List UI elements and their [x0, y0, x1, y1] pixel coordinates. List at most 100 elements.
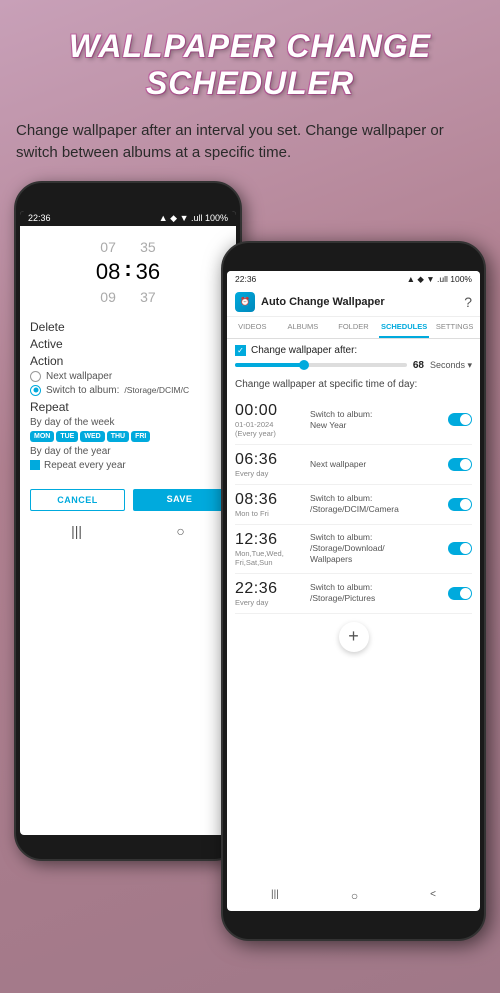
sched-time-col-5: 22:36 Every day: [235, 580, 305, 607]
min-active: 36: [136, 258, 160, 286]
sched-time-3: 08:36: [235, 491, 305, 509]
schedule-item-2: 06:36 Every day Next wallpaper: [235, 445, 472, 485]
nav-back-left[interactable]: |||: [71, 523, 82, 539]
schedule-toggle-5[interactable]: [448, 587, 472, 600]
phone-left: 22:36 ▲ ◆ ▼ .ull 100% 07 08 09 : 35 36 3…: [14, 181, 242, 861]
nav-back-right[interactable]: <: [430, 889, 436, 903]
right-screen: 22:36 ▲ ◆ ▼ .ull 100% ⏰ Auto Change Wall…: [227, 271, 480, 911]
day-tue[interactable]: TUE: [56, 431, 78, 442]
next-wallpaper-text: Next wallpaper: [46, 371, 112, 382]
left-screen: 22:36 ▲ ◆ ▼ .ull 100% 07 08 09 : 35 36 3…: [20, 211, 236, 835]
year-row[interactable]: Repeat every year: [30, 460, 226, 471]
schedule-toggle-2[interactable]: [448, 458, 472, 471]
day-pills: MON TUE WED THU FRI: [30, 431, 226, 442]
time-picker[interactable]: 07 08 09 : 35 36 37: [20, 226, 236, 314]
nav-home-left[interactable]: ○: [176, 523, 184, 539]
right-status-icons: ▲ ◆ ▼ .ull 100%: [407, 274, 472, 285]
tab-videos[interactable]: VIDEOS: [227, 317, 278, 338]
slider-row[interactable]: 68 Seconds ▾: [235, 360, 472, 371]
repeat-year-label: Repeat every year: [44, 460, 126, 471]
nav-home-right[interactable]: ○: [351, 889, 358, 903]
sched-repeat-1: (Every year): [235, 429, 305, 438]
min-col: 35 36 37: [136, 238, 160, 306]
schedule-item-1: 00:00 01-01-2024 (Every year) Switch to …: [235, 396, 472, 445]
app-header: ⏰ Auto Change Wallpaper ?: [227, 288, 480, 317]
schedule-item-4: 12:36 Mon,Tue,Wed,Fri,Sat,Sun Switch to …: [235, 525, 472, 574]
hour-next: 09: [100, 288, 116, 306]
switch-album-text: Switch to album:: [46, 385, 119, 396]
sched-repeat-3: Mon to Fri: [235, 509, 305, 518]
right-status-bar: 22:36 ▲ ◆ ▼ .ull 100%: [227, 271, 480, 288]
schedule-toggle-3[interactable]: [448, 498, 472, 511]
sched-action-4: Switch to album:/Storage/Download/Wallpa…: [305, 532, 448, 565]
action-buttons: CANCEL SAVE: [20, 481, 236, 519]
app-icon: ⏰: [235, 292, 255, 312]
next-wallpaper-radio[interactable]: [30, 371, 41, 382]
sched-time-col-2: 06:36 Every day: [235, 451, 305, 478]
min-next: 37: [140, 288, 156, 306]
by-day-week-label: By day of the week: [30, 417, 226, 428]
day-mon[interactable]: MON: [30, 431, 54, 442]
repeat-section: Repeat By day of the week MON TUE WED TH…: [30, 400, 226, 471]
hour-col: 07 08 09: [96, 238, 120, 306]
sched-time-col-3: 08:36 Mon to Fri: [235, 491, 305, 518]
time-separator: :: [120, 256, 135, 282]
day-wed[interactable]: WED: [80, 431, 104, 442]
sched-repeat-4: Mon,Tue,Wed,Fri,Sat,Sun: [235, 549, 305, 567]
cancel-button[interactable]: CANCEL: [30, 489, 125, 511]
right-time: 22:36: [235, 274, 256, 284]
delete-label: Delete: [30, 320, 226, 334]
schedule-toggle-1[interactable]: [448, 413, 472, 426]
slider-thumb[interactable]: [299, 360, 309, 370]
tab-settings[interactable]: SETTINGS: [429, 317, 480, 338]
schedule-toggle-4[interactable]: [448, 542, 472, 555]
left-time: 22:36: [28, 213, 51, 223]
next-wallpaper-row[interactable]: Next wallpaper: [30, 371, 226, 382]
hour-prev: 07: [100, 238, 116, 256]
left-content: Delete Active Action Next wallpaper Swit…: [20, 314, 236, 477]
slider-fill: [235, 363, 304, 367]
left-nav-bar: ||| ○: [20, 519, 236, 543]
sched-time-col-1: 00:00 01-01-2024 (Every year): [235, 402, 305, 438]
slider-value: 68: [413, 360, 424, 371]
help-button[interactable]: ?: [464, 294, 472, 310]
min-prev: 35: [140, 238, 156, 256]
day-thu[interactable]: THU: [107, 431, 129, 442]
sched-time-5: 22:36: [235, 580, 305, 598]
active-label: Active: [30, 337, 226, 351]
sched-action-5: Switch to album:/Storage/Pictures: [305, 582, 448, 604]
slider-unit: Seconds ▾: [430, 360, 472, 371]
switch-album-row[interactable]: Switch to album: /Storage/DCIM/C: [30, 385, 226, 396]
sched-date-1: 01-01-2024: [235, 420, 305, 429]
by-day-year-label: By day of the year: [30, 446, 226, 457]
add-schedule-button[interactable]: +: [339, 622, 369, 652]
app-title: WALLPAPER CHANGE SCHEDULER: [20, 28, 480, 102]
app-name: Auto Change Wallpaper: [261, 296, 464, 308]
sched-time-2: 06:36: [235, 451, 305, 469]
change-after-label: Change wallpaper after:: [251, 345, 357, 356]
slider-track[interactable]: [235, 363, 407, 367]
sched-action-2: Next wallpaper: [305, 459, 448, 470]
day-fri[interactable]: FRI: [131, 431, 150, 442]
fab-area: +: [235, 614, 472, 660]
tab-bar: VIDEOS ALBUMS FOLDER SCHEDULES SETTINGS: [227, 317, 480, 339]
tab-schedules[interactable]: SCHEDULES: [379, 317, 430, 338]
nav-menu-right[interactable]: |||: [271, 889, 279, 903]
year-checkbox[interactable]: [30, 460, 40, 470]
sched-time-col-4: 12:36 Mon,Tue,Wed,Fri,Sat,Sun: [235, 531, 305, 567]
sched-repeat-2: Every day: [235, 469, 305, 478]
sched-action-3: Switch to album:/Storage/DCIM/Camera: [305, 493, 448, 515]
sched-time-1: 00:00: [235, 402, 305, 420]
tab-folder[interactable]: FOLDER: [328, 317, 379, 338]
sched-action-1: Switch to album:New Year: [305, 409, 448, 431]
schedule-item-3: 08:36 Mon to Fri Switch to album:/Storag…: [235, 485, 472, 525]
tab-albums[interactable]: ALBUMS: [278, 317, 329, 338]
album-path: /Storage/DCIM/C: [124, 385, 189, 395]
switch-album-radio[interactable]: [30, 385, 41, 396]
hour-active: 08: [96, 258, 120, 286]
save-button[interactable]: SAVE: [133, 489, 226, 511]
right-content: ✓ Change wallpaper after: 68 Seconds ▾ C…: [227, 339, 480, 894]
sched-time-4: 12:36: [235, 531, 305, 549]
change-after-checkbox[interactable]: ✓: [235, 345, 246, 356]
sched-repeat-5: Every day: [235, 598, 305, 607]
